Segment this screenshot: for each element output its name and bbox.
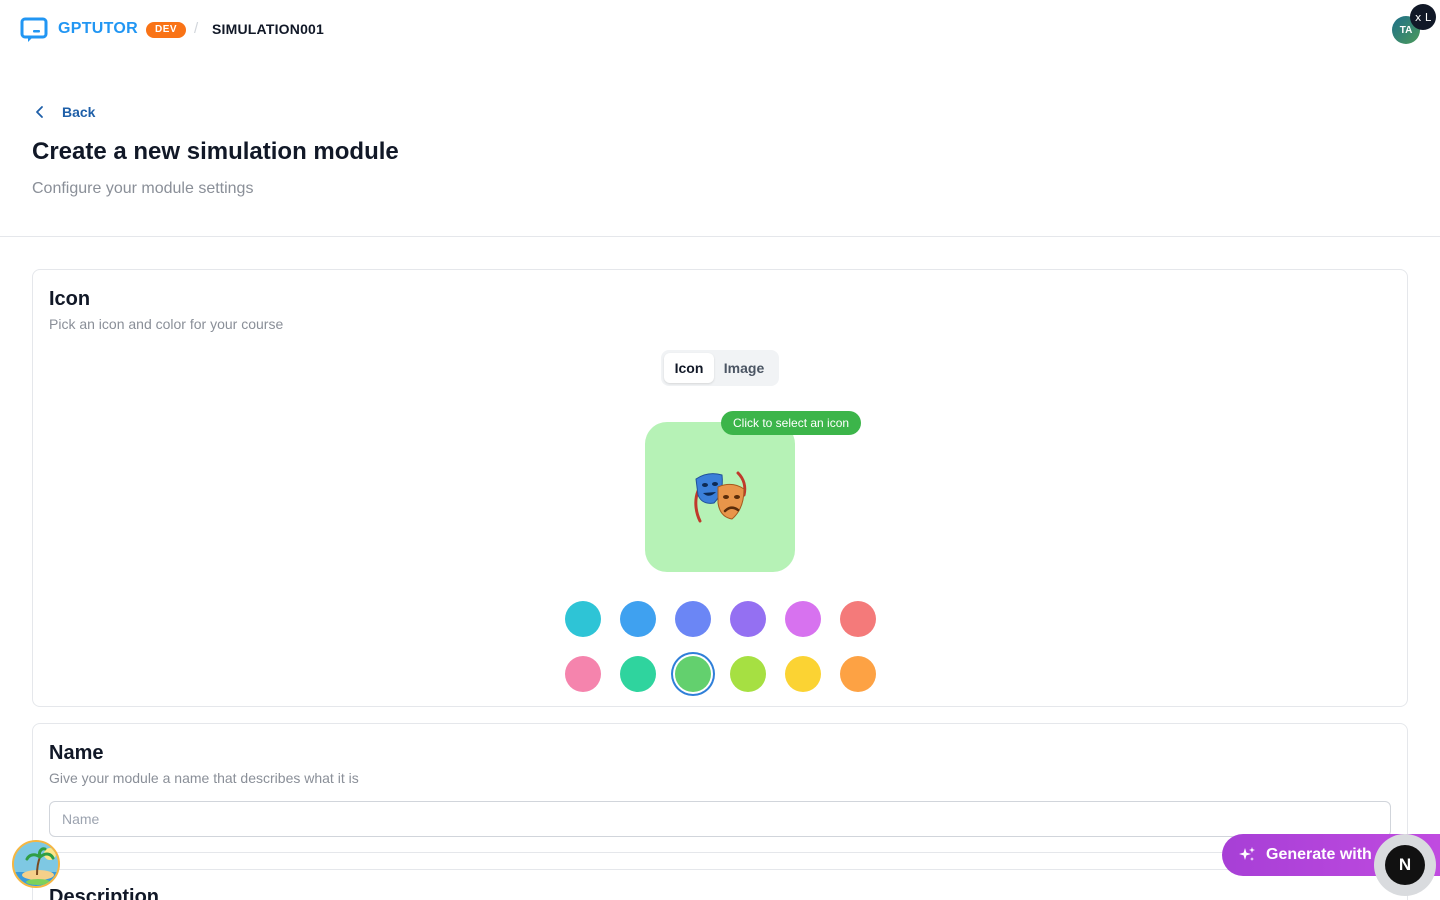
select-icon-tooltip: Click to select an icon (721, 411, 862, 435)
back-label: Back (62, 104, 96, 120)
name-card: Name Give your module a name that descri… (32, 723, 1408, 853)
color-swatch[interactable] (675, 656, 711, 692)
icon-card: Icon Pick an icon and color for your cou… (32, 269, 1408, 707)
color-swatch[interactable] (620, 656, 656, 692)
icon-image-toggle: Icon Image (661, 350, 779, 386)
env-badge: DEV (146, 22, 187, 38)
color-swatch[interactable] (840, 656, 876, 692)
icon-section-title: Icon (49, 288, 91, 310)
color-swatch[interactable] (730, 601, 766, 637)
sparkles-icon (1239, 847, 1255, 861)
beach-island-avatar[interactable] (12, 840, 60, 888)
description-section-title: Description (49, 886, 160, 900)
nextjs-logo-icon: N (1385, 845, 1425, 885)
color-swatch[interactable] (675, 601, 711, 637)
module-name-input[interactable] (49, 801, 1391, 837)
breadcrumb-current[interactable]: SIMULATION001 (212, 21, 324, 37)
performing-arts-icon (694, 471, 747, 523)
color-swatch[interactable] (565, 601, 601, 637)
page-title: Create a new simulation module (32, 138, 399, 165)
breadcrumb-separator: / (194, 20, 199, 37)
color-swatch[interactable] (565, 656, 601, 692)
chat-logo-icon[interactable] (20, 17, 48, 43)
name-section-title: Name (49, 742, 104, 764)
color-swatch[interactable] (730, 656, 766, 692)
tab-icon[interactable]: Icon (664, 353, 714, 383)
chevron-left-icon (36, 106, 43, 118)
back-link[interactable]: Back (32, 104, 95, 120)
tab-image[interactable]: Image (714, 353, 774, 383)
header-divider (0, 236, 1440, 237)
page-subtitle: Configure your module settings (32, 180, 254, 197)
color-swatch[interactable] (785, 656, 821, 692)
nextjs-dev-indicator[interactable]: N (1374, 834, 1436, 896)
generate-label: Generate with (1266, 846, 1372, 863)
color-swatch[interactable] (840, 601, 876, 637)
icon-section-subtitle: Pick an icon and color for your course (49, 316, 284, 332)
color-swatch[interactable] (785, 601, 821, 637)
avatar-badge[interactable]: x L (1410, 4, 1436, 30)
top-bar: GPTUTOR DEV / SIMULATION001 TA x L (0, 0, 1440, 60)
icon-preview-button[interactable] (645, 422, 795, 572)
brand-name[interactable]: GPTUTOR (58, 20, 138, 38)
name-section-subtitle: Give your module a name that describes w… (49, 770, 359, 786)
description-card: Description (32, 869, 1408, 900)
color-swatch[interactable] (620, 601, 656, 637)
